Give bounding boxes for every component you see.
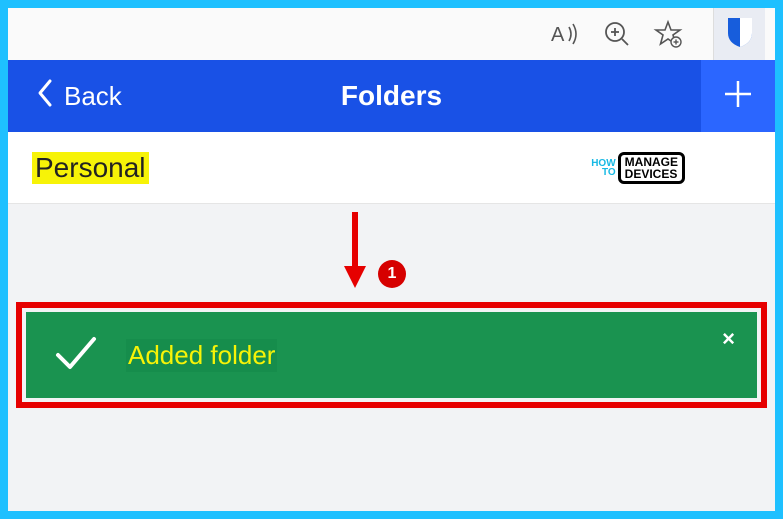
annotation-highlight-box: Added folder × bbox=[16, 302, 767, 408]
favorites-icon[interactable] bbox=[653, 19, 683, 49]
zoom-icon[interactable] bbox=[603, 20, 631, 48]
plus-icon bbox=[721, 77, 755, 116]
shield-icon bbox=[725, 15, 755, 54]
read-aloud-icon[interactable]: A bbox=[551, 21, 581, 47]
watermark-logo: HOW TO MANAGE DEVICES bbox=[591, 152, 685, 184]
app-window: A Back Folders Personal bbox=[8, 8, 775, 511]
toast-message: Added folder bbox=[126, 339, 277, 372]
folder-name: Personal bbox=[32, 152, 149, 184]
folder-item[interactable]: Personal HOW TO MANAGE DEVICES bbox=[8, 132, 775, 204]
check-icon bbox=[54, 333, 98, 378]
browser-toolbar: A bbox=[8, 8, 775, 60]
page-title: Folders bbox=[341, 80, 442, 112]
bitwarden-extension-button[interactable] bbox=[713, 8, 765, 60]
back-button[interactable]: Back bbox=[8, 78, 122, 114]
toast-close-button[interactable]: × bbox=[722, 326, 735, 352]
annotation-callout-1: 1 bbox=[378, 260, 406, 288]
annotation-arrow bbox=[340, 212, 370, 295]
header-bar: Back Folders bbox=[8, 60, 775, 132]
folder-list: Personal HOW TO MANAGE DEVICES 1 bbox=[8, 132, 775, 511]
add-folder-button[interactable] bbox=[701, 60, 775, 132]
chevron-left-icon bbox=[36, 78, 54, 114]
svg-text:A: A bbox=[551, 24, 565, 46]
back-label: Back bbox=[64, 81, 122, 112]
toast-success: Added folder × bbox=[26, 312, 757, 398]
